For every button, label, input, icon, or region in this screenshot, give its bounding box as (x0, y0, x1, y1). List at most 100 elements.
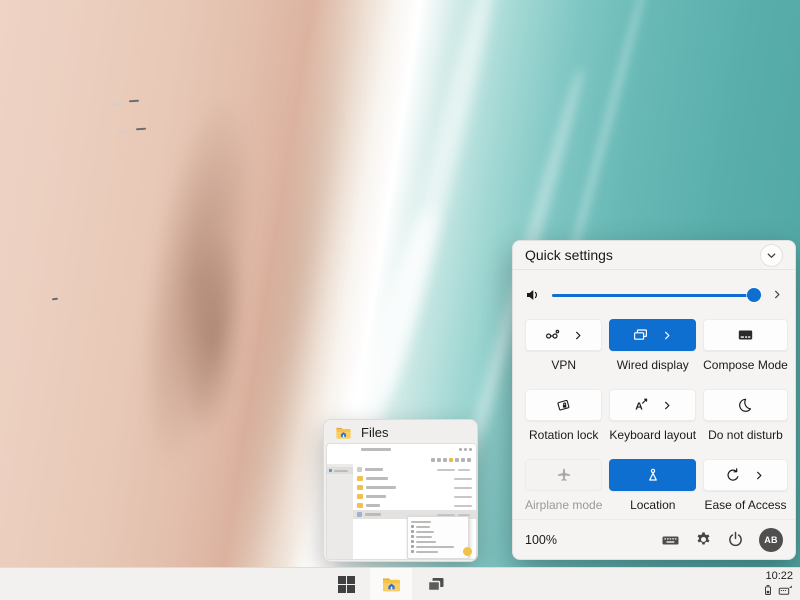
tile-label: Rotation lock (529, 428, 598, 442)
keyboard-tray-icon[interactable] (778, 584, 793, 596)
thumbnail-file-list (353, 464, 476, 559)
location-button[interactable] (609, 459, 696, 491)
desktop: Quick settings (0, 0, 800, 600)
ease-of-access-button[interactable] (703, 459, 788, 491)
taskbar-files-button[interactable] (370, 568, 412, 600)
files-app-icon (335, 425, 352, 440)
quick-settings-grid: VPN Wired display (525, 319, 783, 529)
tray-icons (763, 584, 793, 596)
airplane-icon (556, 467, 572, 483)
do-not-disturb-button[interactable] (703, 389, 788, 421)
files-window-preview[interactable]: Files (323, 419, 478, 562)
airplane-mode-button[interactable] (525, 459, 602, 491)
display-icon (632, 327, 649, 343)
tile-label: VPN (551, 358, 576, 372)
thumbnail-row (353, 483, 476, 492)
wave-foam (373, 0, 502, 397)
volume-slider-track[interactable] (552, 294, 762, 297)
rotation-lock-button[interactable] (525, 389, 602, 421)
start-icon (337, 575, 356, 594)
keyboard-button[interactable] (661, 532, 680, 548)
wired-display-button[interactable] (609, 319, 696, 351)
tile-label: Keyboard layout (609, 428, 696, 442)
gear-icon (695, 531, 712, 548)
taskbar-center (325, 568, 457, 600)
location-icon (645, 467, 661, 483)
tile-label: Do not disturb (708, 428, 783, 442)
tile-label: Ease of Access (704, 498, 786, 512)
vpn-button[interactable] (525, 319, 602, 351)
tile-keyboard-layout: A Keyboard layout (609, 389, 696, 459)
collapse-button[interactable] (760, 244, 783, 267)
taskbar: 10:22 (0, 567, 800, 600)
vpn-icon (544, 327, 560, 343)
bird (52, 298, 58, 301)
footer-icons: AB (661, 528, 783, 552)
avatar[interactable]: AB (759, 528, 783, 552)
power-button[interactable] (727, 531, 744, 548)
tile-do-not-disturb: Do not disturb (703, 389, 788, 459)
bird (129, 100, 139, 103)
chevron-right-icon[interactable] (754, 470, 765, 481)
tile-vpn: VPN (525, 319, 602, 389)
files-app-icon (381, 575, 402, 593)
chevron-down-icon (766, 250, 777, 261)
quick-settings-panel: Quick settings (512, 240, 796, 560)
chevron-right-icon[interactable] (662, 330, 673, 341)
chevron-right-icon[interactable] (662, 400, 673, 411)
sand-streak (174, 227, 256, 442)
taskbar-tray-area[interactable]: 10:22 (763, 569, 793, 596)
tile-label: Location (630, 498, 675, 512)
power-icon (727, 531, 744, 548)
preview-title: Files (361, 425, 388, 440)
avatar-initials: AB (764, 535, 778, 545)
chevron-right-icon[interactable] (573, 330, 584, 341)
ease-of-access-icon (725, 467, 741, 483)
thumbnail-row (353, 474, 476, 483)
quick-settings-footer: 100% (513, 519, 795, 559)
window-switcher-icon (426, 576, 446, 593)
moon-icon (737, 397, 753, 413)
keyboard-layout-button[interactable]: A (609, 389, 696, 421)
battery-icon[interactable] (763, 584, 773, 596)
thumbnail-toolbar (327, 455, 476, 464)
tile-wired-display: Wired display (609, 319, 696, 389)
settings-button[interactable] (695, 531, 712, 548)
sand-streak (121, 85, 274, 475)
volume-slider-thumb[interactable] (747, 288, 761, 302)
compose-mode-button[interactable] (703, 319, 788, 351)
tile-label: Airplane mode (525, 498, 602, 512)
battery-percent-label: 100% (525, 533, 557, 547)
speaker-icon (525, 287, 542, 303)
thumbnail-row (353, 492, 476, 501)
thumbnail-row (353, 465, 476, 474)
thumbnail-titlebar (327, 444, 476, 455)
compose-icon (737, 327, 754, 343)
thumbnail-sidebar (327, 464, 353, 559)
start-button[interactable] (325, 568, 367, 600)
volume-row (513, 270, 795, 319)
bird (114, 102, 122, 105)
tile-label: Wired display (617, 358, 689, 372)
volume-slider[interactable] (552, 288, 762, 302)
keyboard-icon (661, 532, 680, 548)
thumbnail-context-menu (407, 516, 469, 559)
svg-text:A: A (635, 400, 643, 412)
tile-compose-mode: Compose Mode (703, 319, 788, 389)
clock[interactable]: 10:22 (763, 569, 793, 584)
preview-header: Files (324, 420, 477, 443)
thumbnail-row (353, 501, 476, 510)
files-window-thumbnail (327, 444, 476, 559)
quick-settings-header: Quick settings (513, 241, 795, 270)
tile-rotation-lock: Rotation lock (525, 389, 602, 459)
thumbnail-body (327, 464, 476, 559)
bird (136, 128, 146, 131)
rotation-lock-icon (556, 397, 572, 413)
tile-label: Compose Mode (703, 358, 788, 372)
quick-settings-title: Quick settings (525, 247, 613, 263)
thumbnail-fab (463, 547, 472, 556)
keyboard-layout-icon: A (633, 397, 649, 413)
volume-expand-button[interactable] (772, 289, 783, 300)
window-switcher-button[interactable] (415, 568, 457, 600)
bird (119, 131, 126, 134)
